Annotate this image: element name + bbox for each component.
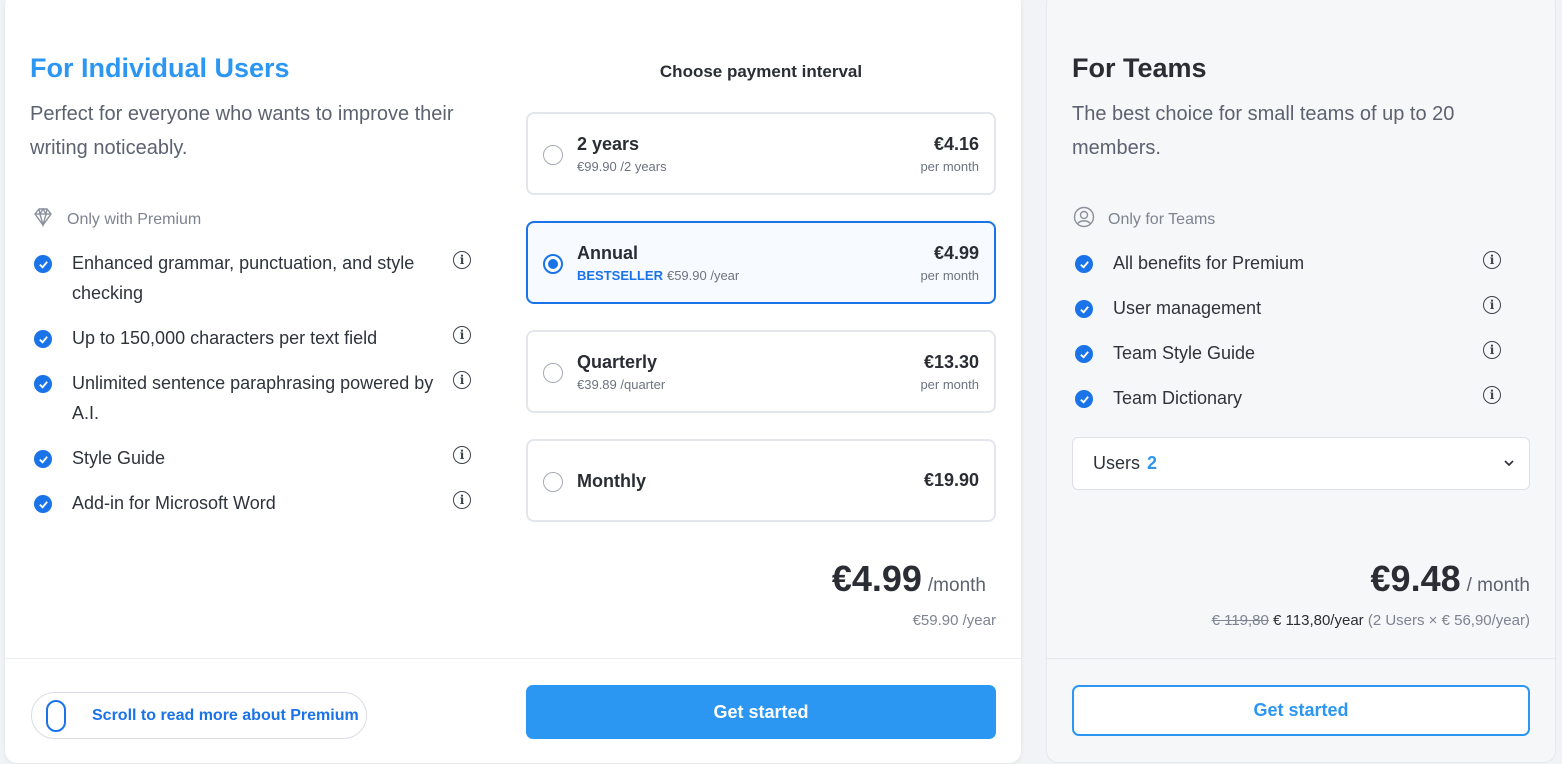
individual-total-price: €4.99 /month (832, 558, 986, 600)
diamond-icon (31, 205, 55, 234)
price-unit: / month (1466, 575, 1530, 596)
plan-name: 2 years (577, 134, 640, 154)
feature-item: Style Guide (34, 447, 444, 473)
feature-item: Unlimited sentence paraphrasing powered … (34, 372, 444, 428)
plan-price: €13.30 (923, 352, 979, 372)
users-count-select[interactable]: Users 2 (1072, 437, 1530, 490)
teams-title: For Teams (1072, 53, 1207, 83)
info-icon[interactable]: i (453, 371, 471, 389)
only-premium-label: Only with Premium (67, 210, 202, 228)
price-unit: /month (927, 575, 986, 596)
teams-total-price: €9.48 / month (1371, 558, 1530, 600)
radio-button[interactable] (543, 472, 563, 492)
plan-billing: €39.89 /quarter (577, 377, 666, 392)
individual-yearly-price: €59.90 /year (912, 612, 996, 629)
info-icon[interactable]: i (453, 446, 471, 464)
plan-per: per month (920, 159, 979, 174)
feature-item: User management (1075, 297, 1455, 323)
radio-button[interactable] (543, 145, 563, 165)
plan-per: per month (920, 377, 979, 392)
check-icon (1075, 345, 1093, 363)
plan-option-annual[interactable]: Annual BESTSELLER €59.90 /year €4.99 per … (526, 221, 996, 304)
check-icon (34, 495, 52, 513)
feature-item: Enhanced grammar, punctuation, and style… (34, 252, 444, 308)
users-value: 2 (1147, 453, 1158, 473)
teams-subtitle: The best choice for small teams of up to… (1072, 103, 1455, 159)
plan-billing: €99.90 /2 years (577, 159, 667, 174)
check-icon (1075, 390, 1093, 408)
feature-text: Unlimited sentence paraphrasing powered … (72, 373, 434, 423)
teams-get-started-button[interactable]: Get started (1072, 685, 1530, 736)
individual-get-started-button[interactable]: Get started (526, 685, 996, 739)
plan-price: €4.99 (933, 243, 979, 263)
price-amount: €4.99 (831, 558, 922, 599)
plan-option-quarterly[interactable]: Quarterly €39.89 /quarter €13.30 per mon… (526, 330, 996, 413)
info-icon[interactable]: i (453, 326, 471, 344)
check-icon (1075, 300, 1093, 318)
teams-yearly-price: € 119,80 € 113,80/year (2 Users × € 56,9… (1212, 612, 1530, 629)
user-circle-icon (1072, 205, 1096, 234)
check-icon (34, 255, 52, 273)
radio-button[interactable] (543, 363, 563, 383)
info-icon[interactable]: i (1483, 386, 1501, 404)
check-icon (34, 450, 52, 468)
price-amount: €9.48 (1370, 558, 1461, 599)
radio-button[interactable] (543, 254, 563, 274)
divider (5, 658, 1021, 659)
only-teams-label: Only for Teams (1108, 210, 1216, 228)
feature-item: Team Style Guide (1075, 342, 1455, 368)
feature-item: Add-in for Microsoft Word (34, 492, 444, 518)
plan-billing-text: €59.90 /year (666, 268, 740, 283)
only-teams-row: Only for Teams (1072, 205, 1215, 234)
feature-text: Team Dictionary (1113, 388, 1243, 408)
scroll-more-label: Scroll to read more about Premium (92, 706, 359, 724)
plan-name: Annual (577, 243, 638, 263)
divider (1046, 658, 1556, 659)
plan-price: €4.16 (933, 134, 979, 154)
individual-subtitle: Perfect for everyone who wants to improv… (30, 103, 454, 159)
feature-text: Add-in for Microsoft Word (72, 493, 276, 513)
chevron-down-icon (1504, 460, 1514, 467)
plan-option-2-years[interactable]: 2 years €99.90 /2 years €4.16 per month (526, 112, 996, 195)
plan-name: Monthly (577, 471, 646, 491)
scroll-more-button[interactable]: Scroll to read more about Premium (31, 692, 367, 739)
check-icon (34, 330, 52, 348)
plan-per: per month (920, 268, 979, 283)
bestseller-badge: BESTSELLER (577, 268, 663, 283)
plan-name: Quarterly (577, 352, 658, 372)
old-price: € 119,80 (1211, 612, 1269, 629)
check-icon (1075, 255, 1093, 273)
feature-text: Style Guide (72, 448, 166, 468)
info-icon[interactable]: i (1483, 251, 1501, 269)
feature-item: Team Dictionary (1075, 387, 1455, 413)
info-icon[interactable]: i (453, 491, 471, 509)
feature-text: Team Style Guide (1113, 343, 1256, 363)
feature-item: Up to 150,000 characters per text field (34, 327, 444, 353)
feature-text: User management (1113, 298, 1262, 318)
plan-price: €19.90 (923, 470, 979, 490)
choose-interval-label: Choose payment interval (659, 62, 863, 81)
mouse-icon (46, 699, 66, 732)
only-premium-row: Only with Premium (31, 205, 201, 234)
info-icon[interactable]: i (453, 251, 471, 269)
feature-text: Enhanced grammar, punctuation, and style… (72, 253, 415, 303)
feature-item: All benefits for Premium (1075, 252, 1455, 278)
check-icon (34, 375, 52, 393)
feature-text: All benefits for Premium (1113, 253, 1305, 273)
price-detail: (2 Users × € 56,90/year) (1367, 612, 1530, 629)
plan-billing: BESTSELLER €59.90 /year (577, 268, 739, 283)
plan-option-monthly[interactable]: Monthly €19.90 (526, 439, 996, 522)
feature-text: Up to 150,000 characters per text field (72, 328, 378, 348)
individual-title: For Individual Users (30, 53, 290, 83)
info-icon[interactable]: i (1483, 341, 1501, 359)
users-label: Users (1093, 453, 1141, 473)
info-icon[interactable]: i (1483, 296, 1501, 314)
new-price: € 113,80/year (1273, 612, 1364, 629)
